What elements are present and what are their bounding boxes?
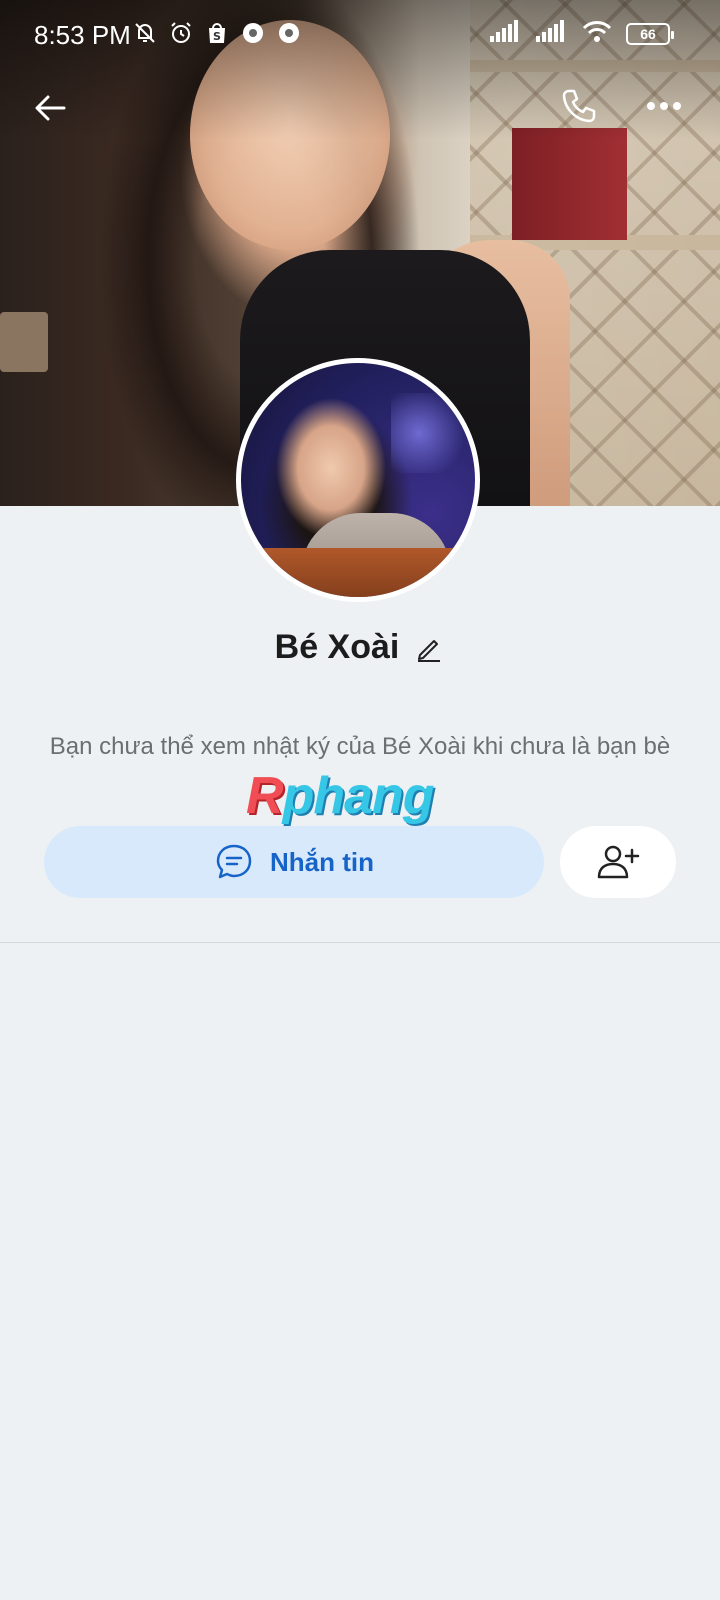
cover-box bbox=[512, 128, 627, 240]
notification-icons: S bbox=[132, 20, 302, 46]
status-time: 8:53 PM bbox=[34, 20, 131, 50]
friend-only-notice: Bạn chưa thể xem nhật ký của Bé Xoài khi… bbox=[49, 733, 671, 760]
profile-avatar[interactable] bbox=[236, 358, 480, 602]
svg-text:S: S bbox=[213, 30, 221, 43]
cover-radio bbox=[0, 312, 48, 372]
profile-name-row: Bé Xoài bbox=[0, 628, 720, 667]
message-button[interactable]: Nhắn tin bbox=[44, 826, 544, 898]
more-options-button[interactable] bbox=[640, 82, 688, 130]
call-button[interactable] bbox=[555, 82, 603, 130]
back-button[interactable] bbox=[26, 84, 74, 132]
message-button-label: Nhắn tin bbox=[270, 846, 374, 877]
more-dots-icon bbox=[647, 102, 681, 110]
chat-bubble-icon bbox=[216, 844, 252, 879]
add-friend-button[interactable] bbox=[560, 826, 676, 898]
status-bar: 8:53 PM S 66 bbox=[0, 0, 720, 72]
system-icons: 66 bbox=[490, 20, 674, 47]
back-arrow-icon bbox=[35, 95, 66, 121]
add-friend-icon bbox=[597, 845, 640, 879]
shopee-icon: S bbox=[204, 20, 230, 46]
alarm-icon bbox=[168, 20, 194, 46]
edit-name-button[interactable] bbox=[413, 632, 445, 664]
wifi-icon bbox=[582, 20, 612, 47]
pencil-icon bbox=[418, 639, 441, 662]
section-divider bbox=[0, 942, 720, 943]
signal-icon bbox=[490, 20, 522, 47]
battery-icon: 66 bbox=[626, 22, 674, 45]
mute-bell-icon bbox=[132, 20, 158, 46]
avatar-table bbox=[241, 548, 475, 597]
avatar-lights bbox=[391, 393, 475, 473]
chrome-icon bbox=[276, 20, 302, 46]
chrome-icon bbox=[240, 20, 266, 46]
phone-icon bbox=[562, 89, 596, 123]
signal-icon bbox=[536, 20, 568, 47]
profile-name: Bé Xoài bbox=[274, 628, 400, 666]
watermark-logo: Rphang bbox=[246, 767, 435, 825]
